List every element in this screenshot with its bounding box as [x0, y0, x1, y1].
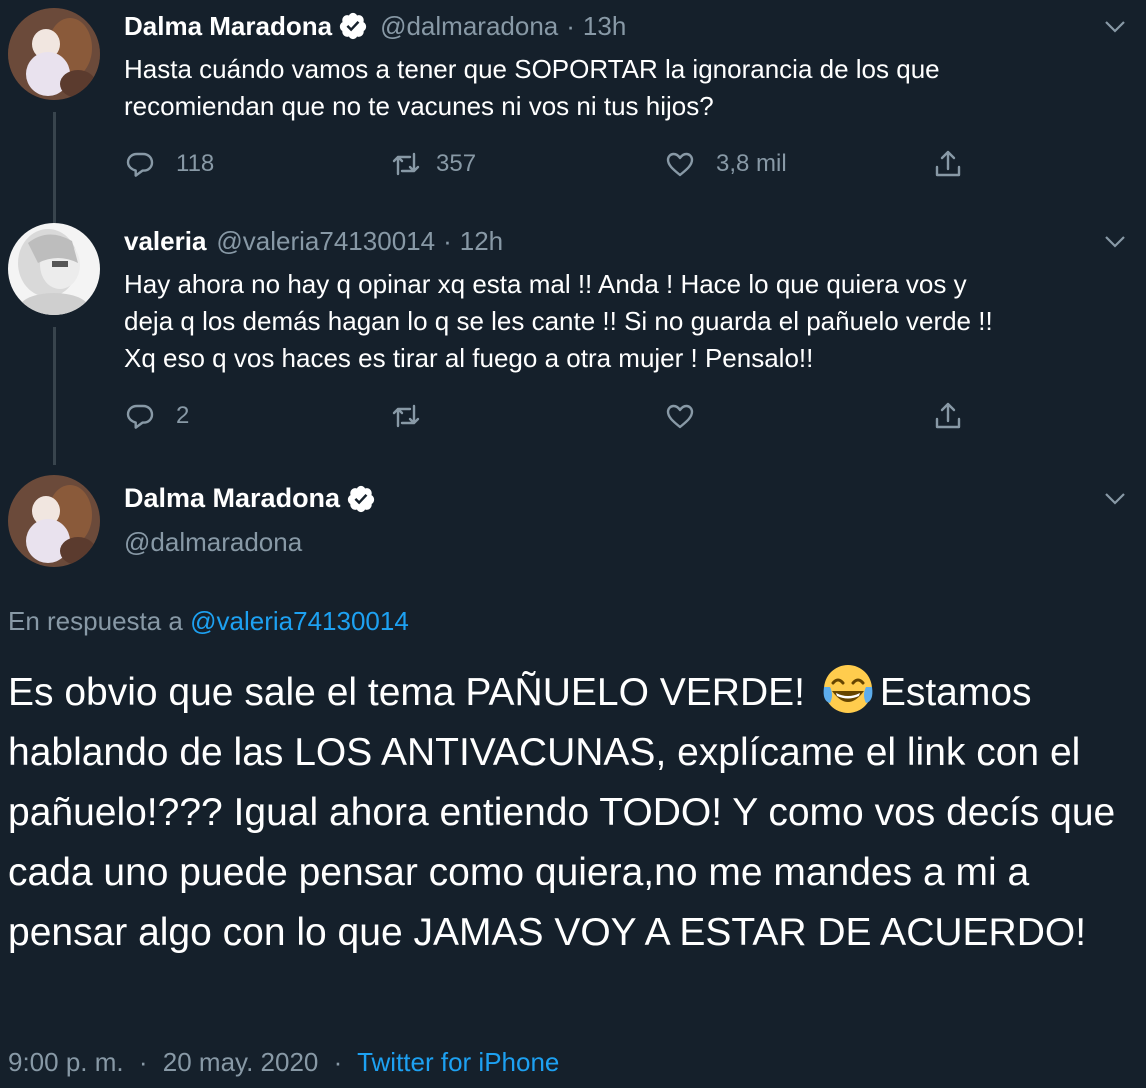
thread-line [53, 215, 56, 223]
author-handle[interactable]: @dalmaradona [124, 527, 302, 558]
reply-count: 2 [176, 402, 190, 429]
chevron-down-icon[interactable] [1104, 492, 1126, 506]
tweet-text: Hay ahora no hay q opinar xq esta mal !!… [124, 269, 993, 373]
separator-dot: · [333, 1047, 343, 1077]
share-button[interactable] [932, 396, 964, 436]
tweet-1[interactable]: Dalma Maradona @dalmaradona · 13h Hasta … [0, 0, 1146, 215]
chevron-down-icon[interactable] [1104, 20, 1126, 34]
like-icon [664, 400, 696, 432]
tweet-actions: 2 [124, 396, 984, 436]
reply-icon [124, 148, 156, 180]
tweet-footer: 9:00 p. m. · 20 may. 2020 · Twitter for … [8, 1047, 559, 1078]
chevron-down-icon[interactable] [1104, 235, 1126, 249]
verified-badge-icon [346, 484, 376, 514]
reply-button[interactable]: 118 [124, 144, 214, 184]
thread-line [53, 112, 56, 215]
reply-context: En respuesta a @valeria74130014 [8, 606, 409, 637]
author-name-row: Dalma Maradona [124, 483, 388, 514]
reply-prefix: En respuesta a [8, 606, 191, 636]
like-button[interactable] [664, 396, 696, 436]
tweet-actions: 118 357 3,8 mil [124, 144, 984, 184]
reply-icon [124, 400, 156, 432]
tweet-time[interactable]: 9:00 p. m. [8, 1047, 124, 1077]
verified-badge-icon [338, 11, 368, 41]
main-text-part-1: Es obvio que sale el tema PAÑUELO VERDE! [8, 671, 816, 714]
retweet-button[interactable]: 357 [390, 144, 476, 184]
share-button[interactable] [932, 144, 964, 184]
like-icon [664, 148, 696, 180]
separator-dot: · [138, 1047, 148, 1077]
like-count: 3,8 mil [716, 150, 787, 177]
author-name[interactable]: Dalma Maradona [124, 11, 332, 42]
separator-dot: · [443, 225, 452, 256]
author-handle[interactable]: @dalmaradona [380, 11, 558, 42]
retweet-count: 357 [436, 150, 477, 177]
tweet-thread: Dalma Maradona @dalmaradona · 13h Hasta … [0, 0, 1146, 1088]
author-name[interactable]: Dalma Maradona [124, 483, 340, 514]
tweet-text: Hasta cuándo vamos a tener que SOPORTAR … [124, 54, 940, 121]
thread-line [53, 327, 56, 465]
tweet-source-link[interactable]: Twitter for iPhone [357, 1047, 559, 1077]
separator-dot: · [566, 10, 575, 41]
retweet-icon [390, 400, 422, 432]
author-handle[interactable]: @valeria74130014 [216, 226, 435, 257]
tweet-date[interactable]: 20 may. 2020 [163, 1047, 319, 1077]
share-icon [932, 148, 964, 180]
avatar-dalma[interactable] [8, 8, 100, 100]
retweet-icon [390, 148, 422, 180]
tweet-header: Dalma Maradona @dalmaradona · 13h [124, 6, 626, 46]
main-tweet-text: Es obvio que sale el tema PAÑUELO VERDE!… [8, 661, 1138, 963]
share-icon [932, 400, 964, 432]
reply-button[interactable]: 2 [124, 396, 189, 436]
author-name[interactable]: valeria [124, 226, 206, 257]
tweet-time[interactable]: 12h [460, 226, 503, 257]
tweet-header: valeria @valeria74130014 · 12h [124, 221, 503, 261]
retweet-button[interactable] [390, 396, 422, 436]
reply-count: 118 [176, 150, 215, 177]
reply-mention-link[interactable]: @valeria74130014 [190, 606, 409, 636]
face-with-tears-of-joy-icon [820, 661, 876, 717]
tweet-time[interactable]: 13h [583, 11, 626, 42]
main-tweet: Dalma Maradona @dalmaradona En respuesta… [0, 465, 1146, 1088]
avatar-dalma[interactable] [8, 475, 100, 567]
avatar-valeria[interactable] [8, 223, 100, 315]
tweet-2[interactable]: valeria @valeria74130014 · 12h Hay ahora… [0, 215, 1146, 465]
like-button[interactable]: 3,8 mil [664, 144, 787, 184]
